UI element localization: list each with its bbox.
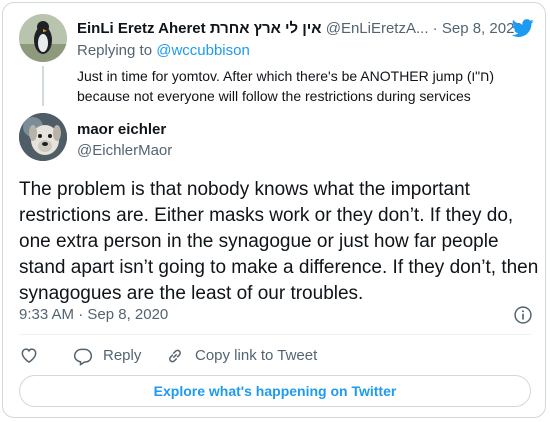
- copy-link-button[interactable]: Copy link to Tweet: [165, 345, 317, 367]
- main-avatar[interactable]: [19, 113, 67, 161]
- replying-prefix: Replying to: [77, 42, 157, 59]
- main-display-name[interactable]: maor eichler: [77, 120, 166, 140]
- divider: [19, 334, 531, 335]
- info-icon[interactable]: [513, 305, 533, 325]
- thread-connector-line: [42, 66, 44, 106]
- explore-twitter-button[interactable]: Explore what's happening on Twitter: [19, 375, 531, 407]
- main-handle[interactable]: @EichlerMaor: [77, 141, 172, 161]
- parent-separator: ·: [432, 20, 438, 37]
- parent-avatar[interactable]: [19, 14, 67, 62]
- twitter-bird-icon[interactable]: [511, 17, 535, 39]
- parent-tweet-text: Just in time for yomtov. After which the…: [77, 68, 495, 104]
- parent-handle[interactable]: @EnLiEretzA...: [326, 20, 429, 37]
- reply-bubble-icon: [73, 348, 93, 366]
- heart-icon: [21, 348, 37, 363]
- tweet-timestamp[interactable]: 9:33 AM · Sep 8, 2020: [19, 305, 168, 325]
- dog-avatar-image: [19, 113, 67, 161]
- reply-button[interactable]: Reply: [73, 345, 141, 367]
- main-tweet-text: The problem is that nobody knows what th…: [19, 179, 539, 304]
- reply-label: Reply: [103, 347, 142, 364]
- replying-to-handle[interactable]: @wccubbison: [156, 42, 250, 59]
- parent-display-name[interactable]: EinLi Eretz Aheret אין לי ארץ אחרת: [77, 20, 322, 37]
- embedded-tweet-card: EinLi Eretz Aheret אין לי ארץ אחרת @EnLi…: [2, 2, 546, 418]
- link-icon: [169, 349, 181, 363]
- parent-tweet-header: EinLi Eretz Aheret אין לי ארץ אחרת @EnLi…: [77, 19, 523, 39]
- copy-link-label: Copy link to Tweet: [195, 347, 318, 364]
- replying-to-line: Replying to @wccubbison: [77, 41, 250, 61]
- like-button[interactable]: [19, 345, 39, 365]
- penguin-avatar-image: [19, 14, 67, 62]
